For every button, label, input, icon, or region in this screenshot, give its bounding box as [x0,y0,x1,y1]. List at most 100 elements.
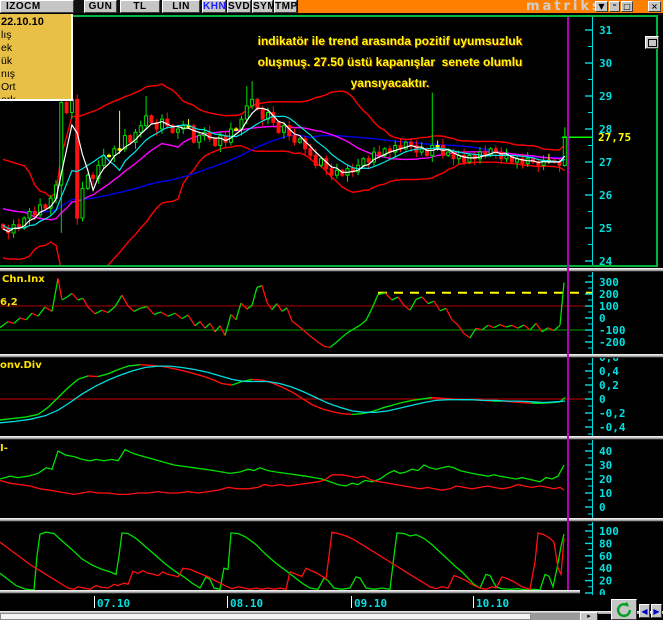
chart-shape: 0 [599,587,606,595]
candle-body [107,154,111,158]
chart-shape [517,324,525,329]
chart-shape [127,364,141,367]
candle-body [276,121,281,133]
annotation-line: oluşmuş. 27.50 üstü kapanışlar senete ol… [257,55,523,69]
scrollbar-right-button[interactable]: ▸ [580,612,598,620]
channel-index-panel[interactable]: 3002001000-100-200 [0,272,663,354]
chart-shape [323,345,331,349]
dropdown-icon[interactable]: ▼ [595,1,608,12]
panel-splitter[interactable] [0,436,663,440]
refresh-button[interactable] [611,599,637,620]
candle-body [75,98,80,219]
panel-splitter[interactable] [0,590,580,594]
chart-shape: 40 [599,562,612,575]
chart-shape [353,324,361,330]
restore-window-button[interactable] [645,36,659,49]
close-button[interactable]: × [648,1,661,12]
chart-shape [311,403,323,410]
directional-indicator-panel[interactable]: 403020100 [0,440,663,518]
chart-shape [224,314,232,336]
candle-body [308,148,313,156]
value-axis: 403020100 [585,440,612,518]
date-tick [351,596,352,608]
signal-line [0,365,566,424]
chart-shape [303,330,311,337]
panel-splitter[interactable] [0,354,663,358]
chart-shape [189,371,203,377]
minimize-button[interactable]: – [609,1,620,12]
stochastic-panel[interactable]: 100806040200 [0,522,663,595]
candle-body [43,204,48,209]
chart-shape [391,296,399,301]
chart-shape [427,300,435,305]
candle-body [197,135,202,143]
candle-body [255,98,260,110]
toolbar-button-khn[interactable]: KHN [202,0,226,13]
toolbar-button-tmp[interactable]: TMP [274,0,297,13]
chart-shape: 30 [599,459,612,472]
chart-shape: 40 [599,445,612,458]
tooltip-row: ark [1,94,16,101]
maximize-button[interactable]: □ [621,1,633,12]
chart-shape [487,324,495,329]
tooltip-row: Ort [1,81,16,93]
scrollbar-thumb[interactable] [0,613,531,620]
chart-shape [401,399,413,404]
symbol-button[interactable]: IZOCM [0,0,74,13]
toolbar-button-sym[interactable]: SYM [252,0,276,13]
chart-shape: 0,6 [599,358,619,364]
date-label: 08.10 [230,597,264,610]
chart-shape [359,319,367,326]
refresh-icon [616,601,632,618]
chart-shape [107,306,116,314]
chart-shape [139,364,153,367]
annotation-line: yansıyacaktır. [350,76,430,90]
chart-shape [329,342,337,348]
chart-shape [127,305,135,312]
chart-shape [24,413,39,418]
matriks-chart-window: IZOCM GUN TL LIN KHN SVD SYM TMP matriks… [0,0,663,620]
chart-shape [174,312,183,320]
scrollbar-track[interactable] [531,613,580,620]
chart-shape: 20 [599,473,612,486]
panel-splitter[interactable] [0,268,663,272]
chart-shape [31,312,39,317]
toolbar-button-gun[interactable]: GUN [84,0,117,13]
restore-icon [647,39,657,47]
toolbar-button-tl[interactable]: TL [120,0,160,13]
candle-body [117,148,122,151]
toolbar-button-svd[interactable]: SVD [227,0,251,13]
date-label: 07.10 [97,597,131,610]
candle-body [218,135,223,146]
date-label: 10.10 [476,597,510,610]
candle-body [446,151,451,156]
chart-shape [77,375,89,381]
chart-shape: 25 [599,222,612,235]
chart-shape [231,380,243,386]
chart-shape: 80 [599,537,612,550]
candle-body [149,115,154,123]
nav-left-button[interactable]: ◀ [639,604,650,618]
chart-shape [481,324,489,331]
indicator-params-chninx: 6,2 [0,297,18,308]
chart-shape [139,305,148,310]
convergence-divergence-panel[interactable]: 0,60,40,20-0,2-0,4 [0,358,663,436]
chart-shape [397,296,405,306]
chart-shape [11,416,26,420]
indicator-label-chninx: Chn.Inx [2,274,45,285]
chart-shape: 26 [599,189,613,202]
nav-right-button[interactable]: ▶ [651,604,662,618]
chart-shape [451,319,459,326]
panel-splitter[interactable] [0,518,663,522]
chart-shape [25,312,33,321]
toolbar-button-lin[interactable]: LIN [162,0,200,13]
chart-shape: -0,4 [599,421,626,434]
chart-shape [511,324,519,329]
chart-shape [281,386,293,393]
candle-body [27,211,32,219]
value-axis: 100806040200 [585,522,619,595]
last-price-label: 27,75 [598,131,632,144]
chart-shape [439,307,447,312]
chart-shape [505,324,513,328]
chart-shape [187,314,196,327]
